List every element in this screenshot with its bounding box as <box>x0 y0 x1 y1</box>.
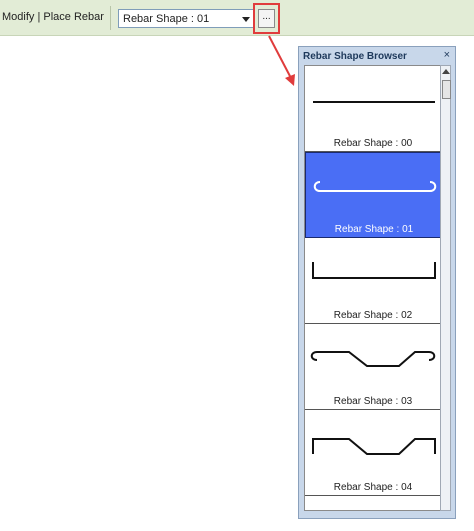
context-label: Modify | Place Rebar <box>2 11 104 23</box>
shape-item-label: Rebar Shape : 00 <box>333 138 413 149</box>
shape-item-01[interactable]: Rebar Shape : 01 <box>305 152 441 238</box>
browser-title: Rebar Shape Browser <box>303 51 407 62</box>
shape-item-label: Rebar Shape : 02 <box>333 310 413 321</box>
highlight-box <box>253 3 280 34</box>
shape-item-02[interactable]: Rebar Shape : 02 <box>305 238 441 324</box>
rebar-shape-select-value: Rebar Shape : 01 <box>123 13 210 25</box>
shape-list: Rebar Shape : 00 Rebar Shape : 01 Rebar … <box>304 65 442 511</box>
rebar-shape-select[interactable]: Rebar Shape : 01 <box>118 9 254 28</box>
rebar-shape-browser: Rebar Shape Browser × Rebar Shape : 00 R… <box>298 46 456 519</box>
scroll-up-icon[interactable] <box>442 69 450 74</box>
browser-scrollbar[interactable] <box>440 65 451 511</box>
shape-item-03[interactable]: Rebar Shape : 03 <box>305 324 441 410</box>
shape-item-04[interactable]: Rebar Shape : 04 <box>305 410 441 496</box>
shape-item-label: Rebar Shape : 01 <box>334 224 414 235</box>
chevron-down-icon[interactable] <box>242 17 250 22</box>
scrollbar-thumb[interactable] <box>442 80 451 99</box>
toolbar-separator <box>110 6 111 30</box>
close-icon[interactable]: × <box>444 50 450 61</box>
shape-item-00[interactable]: Rebar Shape : 00 <box>305 66 441 152</box>
options-bar: Modify | Place Rebar Rebar Shape : 01 ..… <box>0 0 474 36</box>
shape-item-label: Rebar Shape : 04 <box>333 482 413 493</box>
shape-item-label: Rebar Shape : 03 <box>333 396 413 407</box>
